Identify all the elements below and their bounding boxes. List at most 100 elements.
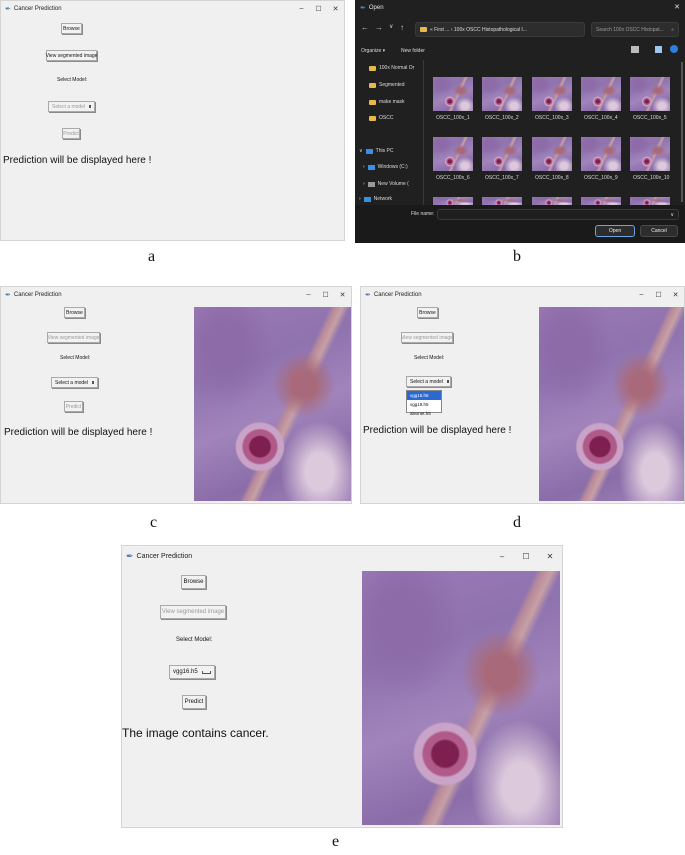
model-dropdown[interactable]: vgg16.h5 — [169, 665, 215, 679]
thumbnail-oscc-10[interactable] — [630, 137, 670, 171]
thumbnail-partial[interactable] — [433, 197, 473, 205]
thumbnail-oscc-3[interactable] — [532, 77, 572, 111]
feather-icon: ✒ — [126, 550, 134, 561]
open-button[interactable]: Open — [595, 225, 635, 237]
predict-button[interactable]: Predict — [62, 128, 80, 139]
close-button[interactable]: ✕ — [667, 291, 684, 299]
title-bar: ✒ Cancer Prediction – ☐ ✕ — [1, 1, 344, 17]
sidebar-item-100x-normal[interactable]: 100x Normal Or — [369, 65, 414, 71]
dialog-title: Open — [368, 5, 384, 11]
minimize-button[interactable]: – — [490, 552, 514, 561]
sidebar-item-network[interactable]: › Network — [359, 196, 392, 202]
breadcrumb[interactable]: « First ... › 100x OSCC Histopathologica… — [415, 22, 585, 37]
thumbnail-label: OSCC_100x_6 — [436, 175, 470, 181]
maximize-button[interactable]: ☐ — [650, 291, 667, 299]
model-dropdown[interactable]: Select a model — [406, 376, 451, 387]
thumbnail-oscc-2[interactable] — [482, 77, 522, 111]
sidebar-label: OSCC — [379, 115, 394, 121]
dropdown-indicator-icon — [201, 670, 211, 674]
thumbnail-oscc-6[interactable] — [433, 137, 473, 171]
prediction-result: Prediction will be displayed here ! — [363, 425, 512, 436]
maximize-button[interactable]: ☐ — [514, 552, 538, 561]
thumbnail-oscc-1[interactable] — [433, 77, 473, 111]
thumbnail-label: OSCC_100x_3 — [535, 115, 569, 121]
browse-button[interactable]: Browse — [64, 307, 85, 318]
sidebar-item-oscc[interactable]: OSCC — [369, 115, 393, 121]
thumbnail-label: OSCC_100x_10 — [633, 175, 670, 181]
view-mode-icon[interactable] — [631, 46, 639, 53]
maximize-button[interactable]: ☐ — [310, 5, 327, 13]
search-placeholder: Search 100x OSCC Histopat... — [596, 26, 664, 33]
thumbnail-oscc-8[interactable] — [532, 137, 572, 171]
forward-arrow-icon[interactable]: → — [375, 23, 383, 32]
close-button[interactable]: ✕ — [334, 291, 351, 299]
close-button[interactable]: ✕ — [538, 552, 562, 561]
new-folder-button[interactable]: New folder — [401, 48, 425, 54]
window-title: Cancer Prediction — [13, 6, 62, 12]
collapse-chevron-icon: › — [363, 164, 365, 170]
thumbnail-oscc-4[interactable] — [581, 77, 621, 111]
view-segmented-button[interactable]: View segmented image — [401, 332, 453, 343]
thumbnail-oscc-7[interactable] — [482, 137, 522, 171]
histology-image — [194, 307, 351, 501]
sidebar-item-this-pc[interactable]: ∨ This PC — [359, 148, 393, 154]
back-arrow-icon[interactable]: ← — [361, 23, 369, 32]
preview-pane-icon[interactable] — [655, 46, 662, 53]
cancel-button[interactable]: Cancel — [640, 225, 678, 237]
select-model-label: Select Model: — [414, 355, 445, 361]
histology-image — [539, 307, 684, 501]
model-dropdown[interactable]: Select a model — [51, 377, 98, 388]
model-option[interactable]: alexnet.h5 — [407, 409, 441, 418]
model-dropdown-value: vgg16.h5 — [173, 669, 198, 675]
thumbnail-partial[interactable] — [581, 197, 621, 205]
dropdown-indicator-icon — [89, 105, 92, 108]
organize-menu[interactable]: Organize ▾ — [361, 48, 385, 54]
up-arrow-icon[interactable]: ↑ — [400, 23, 404, 32]
model-dropdown-menu: vgg16.h5 vgg19.h5 alexnet.h5 — [406, 390, 442, 416]
recent-chevron-icon[interactable]: ∨ — [389, 23, 393, 30]
thumbnail-oscc-9[interactable] — [581, 137, 621, 171]
view-segmented-button[interactable]: View segmented image — [46, 50, 97, 61]
view-segmented-button[interactable]: View segmented image — [47, 332, 100, 343]
help-icon[interactable] — [670, 45, 678, 53]
search-input[interactable]: Search 100x OSCC Histopat... ⌕ — [591, 22, 679, 37]
thumbnail-partial[interactable] — [630, 197, 670, 205]
sidebar-item-segmented[interactable]: Segmented — [369, 82, 405, 88]
sidebar-label: New Volume ( — [377, 181, 409, 187]
chevron-down-icon: ∨ — [670, 211, 674, 218]
sidebar-item-make-mask[interactable]: make mask — [369, 99, 405, 105]
panel-d-window: ✒ Cancer Prediction – ☐ ✕ Browse View se… — [360, 286, 685, 504]
predict-button[interactable]: Predict — [182, 695, 206, 709]
expand-chevron-icon: ∨ — [359, 148, 363, 154]
model-dropdown[interactable]: Select a model — [48, 101, 95, 112]
feather-icon: ✒ — [5, 292, 11, 299]
predict-button[interactable]: Predict — [64, 401, 83, 412]
sidebar-item-windows-c[interactable]: › Windows (C:) — [363, 164, 408, 170]
browse-button[interactable]: Browse — [417, 307, 438, 318]
thumbnail-oscc-5[interactable] — [630, 77, 670, 111]
maximize-button[interactable]: ☐ — [317, 291, 334, 299]
close-button[interactable]: ✕ — [327, 5, 344, 13]
model-option[interactable]: vgg19.h5 — [407, 400, 441, 409]
browse-button[interactable]: Browse — [181, 575, 206, 589]
sidebar-item-new-volume[interactable]: › New Volume ( — [363, 181, 409, 187]
thumbnail-partial[interactable] — [532, 197, 572, 205]
minimize-button[interactable]: – — [293, 5, 310, 13]
thumbnail-label: OSCC_100x_5 — [633, 115, 667, 121]
browse-button[interactable]: Browse — [61, 23, 82, 34]
drive-icon — [367, 181, 375, 187]
thumbnail-label: OSCC_100x_7 — [485, 175, 519, 181]
model-option[interactable]: vgg16.h5 — [407, 391, 441, 400]
dialog-close-icon[interactable]: ✕ — [674, 3, 680, 11]
sidebar-label: Network — [373, 196, 393, 202]
file-name-label: File name: — [411, 211, 435, 217]
minimize-button[interactable]: – — [300, 291, 317, 299]
caption-e: e — [332, 833, 340, 850]
file-name-input[interactable]: ∨ — [437, 209, 679, 220]
scrollbar[interactable] — [681, 62, 683, 202]
minimize-button[interactable]: – — [633, 291, 650, 299]
window-title: Cancer Prediction — [373, 292, 422, 298]
drive-icon — [367, 164, 375, 170]
thumbnail-partial[interactable] — [482, 197, 522, 205]
view-segmented-button[interactable]: View segmented image — [160, 605, 226, 619]
